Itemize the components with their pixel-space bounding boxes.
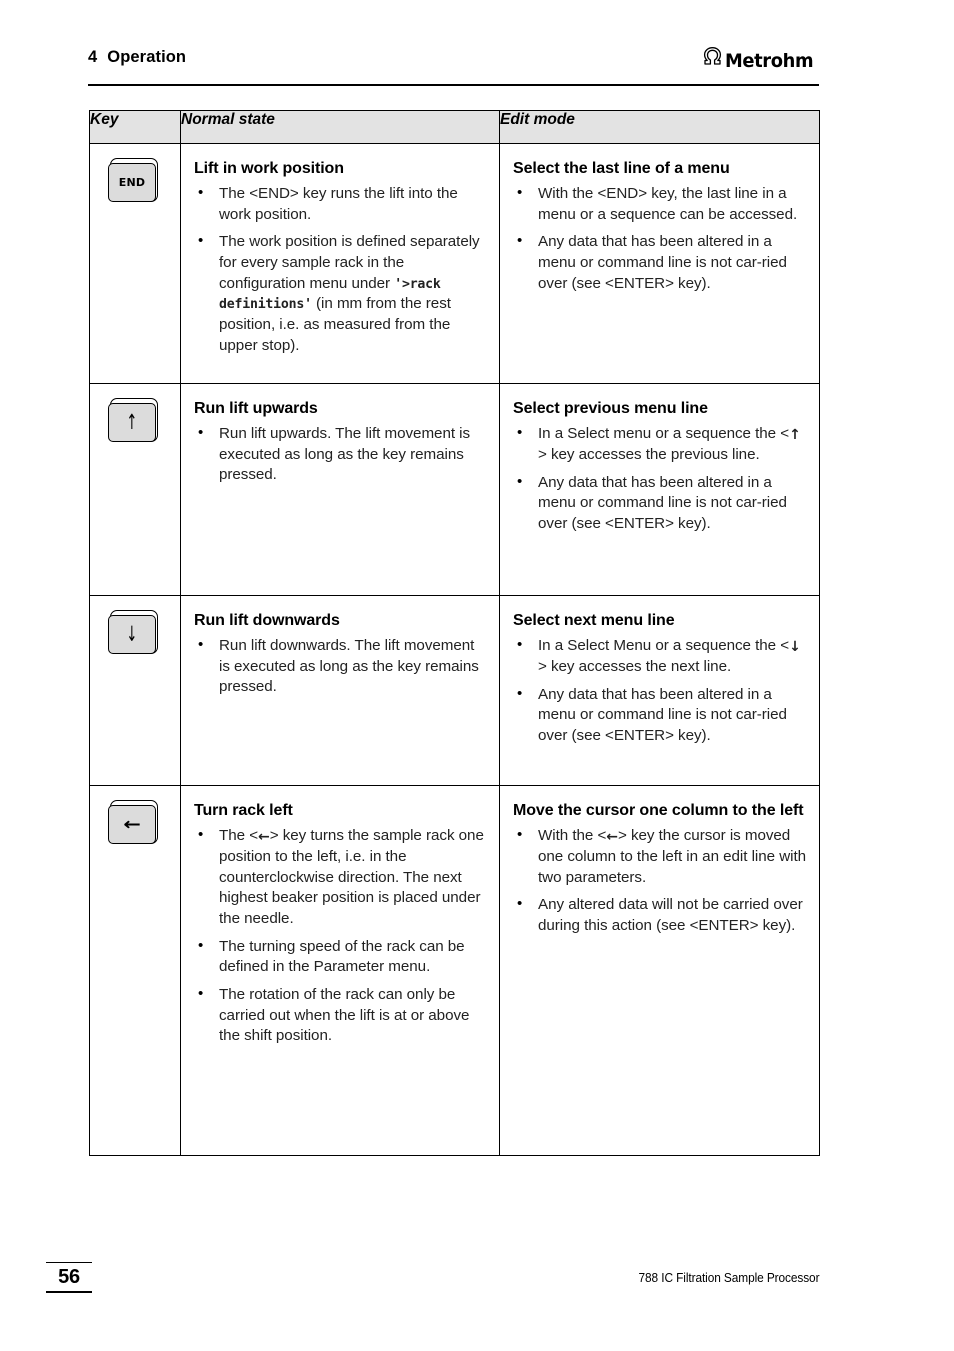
bullet-item: The <←> key turns the sample rack one po… xyxy=(194,825,485,930)
chapter-title: Operation xyxy=(107,48,187,66)
chapter-heading: 4 Operation xyxy=(88,48,186,67)
cell-title: Turn rack left xyxy=(194,802,293,819)
bullet-item: The rotation of the rack can only be car… xyxy=(194,984,485,1047)
cell-content: Run lift downwards Run lift downwards. Th… xyxy=(181,596,499,718)
metrohm-logo: Metrohm xyxy=(702,46,819,71)
chapter-number: 4 xyxy=(88,48,98,66)
cell-content: Select next menu line In a Select Menu or… xyxy=(500,596,819,767)
arrow-up-key-icon: ↑ xyxy=(108,398,162,446)
bullet-item: In a Select menu or a sequence the <↑> k… xyxy=(513,423,807,466)
bullet-item: In a Select Menu or a sequence the <↓> k… xyxy=(513,635,807,678)
keycap-label: END xyxy=(118,176,146,189)
bullet-item: Run lift downwards. The lift movement is… xyxy=(194,635,485,698)
end-key-icon: END xyxy=(108,158,162,206)
bullet-list: Run lift downwards. The lift movement is… xyxy=(194,635,485,698)
bullet-list: In a Select Menu or a sequence the <↓> k… xyxy=(513,635,807,747)
page-number: 56 xyxy=(58,1266,80,1288)
table-row: ← Turn rack left The <←> key turns the sam… xyxy=(89,785,820,1156)
column-header-key: Key xyxy=(89,110,181,144)
column-header-normal-state: Normal state xyxy=(180,110,500,144)
key-cell: ↑ xyxy=(89,383,181,596)
cell-title: Lift in work position xyxy=(194,160,344,177)
bullet-list: Run lift upwards. The lift movement is e… xyxy=(194,423,485,486)
bullet-item: With the <←> key the cursor is moved one… xyxy=(513,825,807,888)
cell-title: Select next menu line xyxy=(513,612,675,629)
normal-state-cell: Lift in work position The <END> key runs … xyxy=(180,143,500,384)
normal-state-cell: Turn rack left The <←> key turns the samp… xyxy=(180,785,500,1156)
bullet-item: Run lift upwards. The lift movement is e… xyxy=(194,423,485,486)
bullet-list: The <END> key runs the lift into the wor… xyxy=(194,183,485,356)
cell-title: Select previous menu line xyxy=(513,400,708,417)
arrow-down-key-icon: ↓ xyxy=(108,610,162,658)
table-row: END Lift in work position The <END> key ru… xyxy=(89,143,820,384)
bullet-item: Any data that has been altered in a menu… xyxy=(513,684,807,747)
cell-content: Move the cursor one column to the left Wi… xyxy=(500,786,819,957)
keycap-face: ↑ xyxy=(108,403,156,442)
bullet-item: The <END> key runs the lift into the wor… xyxy=(194,183,485,225)
bullet-item: The turning speed of the rack can be def… xyxy=(194,936,485,978)
page-number-box: 56 xyxy=(46,1262,92,1293)
bullet-list: In a Select menu or a sequence the <↑> k… xyxy=(513,423,807,535)
table-row: ↓ Run lift downwards Run lift downwards. T… xyxy=(89,595,820,786)
bullet-item: With the <END> key, the last line in a m… xyxy=(513,183,807,225)
edit-mode-cell: Move the cursor one column to the left Wi… xyxy=(499,785,820,1156)
keycap-face: END xyxy=(108,163,156,202)
cell-content: Turn rack left The <←> key turns the samp… xyxy=(181,786,499,1067)
normal-state-cell: Run lift downwards Run lift downwards. Th… xyxy=(180,595,500,786)
table-body: END Lift in work position The <END> key ru… xyxy=(89,143,820,1156)
cell-content: Run lift upwards Run lift upwards. The li… xyxy=(181,384,499,506)
keycap-wrapper: ↓ xyxy=(90,596,180,658)
bullet-list: With the <←> key the cursor is moved one… xyxy=(513,825,807,937)
footer-document-title: 788 IC Filtration Sample Processor xyxy=(638,1271,819,1285)
table-header: Key Normal state Edit mode xyxy=(89,110,820,144)
key-cell: END xyxy=(89,143,181,384)
cell-title: Select the last line of a menu xyxy=(513,160,730,177)
keycap-glyph: ↓ xyxy=(126,621,138,646)
metrohm-omega-logo-icon xyxy=(702,46,723,71)
normal-state-cell: Run lift upwards Run lift upwards. The li… xyxy=(180,383,500,596)
table-row: ↑ Run lift upwards Run lift upwards. The l… xyxy=(89,383,820,596)
cell-title: Move the cursor one column to the left xyxy=(513,802,804,819)
bullet-item: Any data that has been altered in a menu… xyxy=(513,472,807,535)
cell-title: Run lift upwards xyxy=(194,400,318,417)
cell-content: Select the last line of a menu With the <… xyxy=(500,144,819,314)
bullet-item: Any altered data will not be carried ove… xyxy=(513,894,807,936)
key-cell: ↓ xyxy=(89,595,181,786)
keycap-face: ↓ xyxy=(108,615,156,654)
bullet-item: Any data that has been altered in a menu… xyxy=(513,231,807,294)
key-cell: ← xyxy=(89,785,181,1156)
cell-content: Lift in work position The <END> key runs … xyxy=(181,144,499,376)
arrow-left-key-icon: ← xyxy=(108,800,162,848)
bullet-list: The <←> key turns the sample rack one po… xyxy=(194,825,485,1047)
page-footer: 56 788 IC Filtration Sample Processor xyxy=(46,1262,819,1302)
keycap-glyph: ↑ xyxy=(126,409,138,434)
metrohm-logo-text: Metrohm xyxy=(725,50,814,72)
edit-mode-cell: Select previous menu line In a Select men… xyxy=(499,383,820,596)
edit-mode-cell: Select next menu line In a Select Menu or… xyxy=(499,595,820,786)
edit-mode-cell: Select the last line of a menu With the <… xyxy=(499,143,820,384)
column-header-edit-mode: Edit mode xyxy=(499,110,820,144)
keycap-wrapper: ↑ xyxy=(90,384,180,446)
keycap-wrapper: ← xyxy=(90,786,180,848)
key-function-table: Key Normal state Edit mode END Lift in wo… xyxy=(89,110,820,1156)
document-page: 4 Operation Metrohm Key Normal state Edit… xyxy=(0,0,954,1351)
table-header-row: Key Normal state Edit mode xyxy=(89,110,820,144)
keycap-wrapper: END xyxy=(90,144,180,206)
header-divider xyxy=(88,84,819,86)
bullet-item: The work position is defined separately … xyxy=(194,231,485,356)
bullet-list: With the <END> key, the last line in a m… xyxy=(513,183,807,294)
keycap-face: ← xyxy=(108,805,156,844)
cell-content: Select previous menu line In a Select men… xyxy=(500,384,819,555)
keycap-glyph: ← xyxy=(123,813,141,834)
cell-title: Run lift downwards xyxy=(194,612,340,629)
